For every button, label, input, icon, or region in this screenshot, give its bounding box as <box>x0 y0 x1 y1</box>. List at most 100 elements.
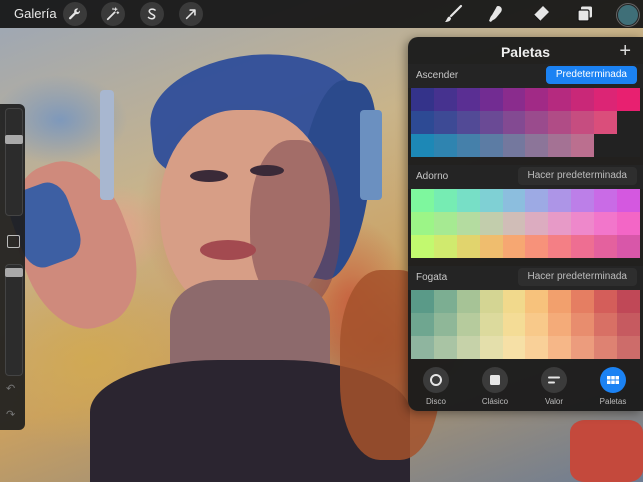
color-swatch[interactable] <box>502 134 526 157</box>
color-swatch[interactable] <box>594 189 618 212</box>
color-swatch[interactable] <box>617 212 640 235</box>
color-swatch[interactable] <box>411 212 434 235</box>
color-swatch[interactable] <box>571 290 595 313</box>
eraser-icon[interactable] <box>529 2 553 26</box>
color-swatch[interactable] <box>479 336 503 359</box>
color-swatch[interactable] <box>456 290 480 313</box>
redo-icon[interactable]: ↷ <box>6 408 15 421</box>
color-swatch[interactable] <box>525 111 549 134</box>
color-swatch[interactable] <box>456 235 480 258</box>
color-swatch[interactable] <box>456 189 480 212</box>
smudge-icon[interactable] <box>484 2 508 26</box>
color-swatch[interactable] <box>571 134 595 157</box>
color-swatch[interactable] <box>433 336 457 359</box>
color-swatch[interactable] <box>456 336 480 359</box>
color-swatch[interactable] <box>433 212 457 235</box>
color-swatch[interactable] <box>617 235 640 258</box>
opacity-thumb[interactable] <box>5 268 23 277</box>
color-swatch[interactable] <box>479 235 503 258</box>
palette-swatch-grid[interactable] <box>411 189 640 258</box>
color-swatch[interactable] <box>571 189 595 212</box>
tab-paletas[interactable]: Paletas <box>593 367 633 406</box>
color-swatch[interactable] <box>617 336 640 359</box>
color-swatch[interactable] <box>433 189 457 212</box>
color-swatch[interactable] <box>571 88 595 111</box>
layers-icon[interactable] <box>573 2 597 26</box>
color-swatch[interactable] <box>548 290 572 313</box>
color-swatch[interactable] <box>548 134 572 157</box>
wrench-icon[interactable] <box>63 2 87 26</box>
color-swatch[interactable] <box>502 290 526 313</box>
color-swatch[interactable] <box>479 313 503 336</box>
magic-wand-icon[interactable] <box>101 2 125 26</box>
color-swatch[interactable] <box>502 336 526 359</box>
color-swatch[interactable] <box>548 235 572 258</box>
brush-size-slider[interactable] <box>5 108 23 216</box>
color-swatch[interactable] <box>525 134 549 157</box>
make-default-button[interactable]: Hacer predeterminada <box>517 268 637 286</box>
color-swatch[interactable] <box>433 88 457 111</box>
current-color-swatch[interactable] <box>617 4 639 26</box>
color-swatch[interactable] <box>433 111 457 134</box>
color-swatch[interactable] <box>594 88 618 111</box>
color-swatch[interactable] <box>525 88 549 111</box>
color-swatch[interactable] <box>456 212 480 235</box>
color-swatch[interactable] <box>502 111 526 134</box>
color-swatch[interactable] <box>479 134 503 157</box>
color-swatch[interactable] <box>433 290 457 313</box>
color-swatch[interactable] <box>617 189 640 212</box>
color-swatch[interactable] <box>433 313 457 336</box>
color-swatch[interactable] <box>456 134 480 157</box>
color-swatch[interactable] <box>525 313 549 336</box>
color-swatch[interactable] <box>594 212 618 235</box>
color-swatch[interactable] <box>571 235 595 258</box>
color-swatch[interactable] <box>617 290 640 313</box>
add-palette-icon[interactable]: + <box>619 41 631 61</box>
color-swatch[interactable] <box>571 313 595 336</box>
tab-clasico[interactable]: Clásico <box>475 367 515 406</box>
color-swatch[interactable] <box>411 111 434 134</box>
empty-swatch[interactable] <box>617 134 640 157</box>
color-swatch[interactable] <box>456 88 480 111</box>
color-swatch[interactable] <box>525 235 549 258</box>
opacity-slider[interactable] <box>5 264 23 376</box>
color-swatch[interactable] <box>411 189 434 212</box>
color-swatch[interactable] <box>594 235 618 258</box>
color-swatch[interactable] <box>502 313 526 336</box>
color-swatch[interactable] <box>548 189 572 212</box>
color-swatch[interactable] <box>479 189 503 212</box>
color-swatch[interactable] <box>479 111 503 134</box>
color-swatch[interactable] <box>411 336 434 359</box>
brush-size-thumb[interactable] <box>5 135 23 144</box>
color-swatch[interactable] <box>502 235 526 258</box>
color-swatch[interactable] <box>617 313 640 336</box>
tab-valor[interactable]: Valor <box>534 367 574 406</box>
color-swatch[interactable] <box>525 336 549 359</box>
color-swatch[interactable] <box>571 111 595 134</box>
color-swatch[interactable] <box>548 336 572 359</box>
color-swatch[interactable] <box>617 88 640 111</box>
gallery-button[interactable]: Galería <box>14 6 57 21</box>
palette-swatch-grid[interactable] <box>411 290 640 359</box>
color-swatch[interactable] <box>525 290 549 313</box>
selection-s-icon[interactable] <box>140 2 164 26</box>
default-palette-button[interactable]: Predeterminada <box>545 66 637 84</box>
color-swatch[interactable] <box>525 212 549 235</box>
color-swatch[interactable] <box>594 313 618 336</box>
color-swatch[interactable] <box>548 212 572 235</box>
color-swatch[interactable] <box>411 134 434 157</box>
color-swatch[interactable] <box>548 88 572 111</box>
color-swatch[interactable] <box>479 290 503 313</box>
color-swatch[interactable] <box>594 111 618 134</box>
color-swatch[interactable] <box>411 235 434 258</box>
color-swatch[interactable] <box>433 235 457 258</box>
color-swatch[interactable] <box>411 290 434 313</box>
brush-icon[interactable] <box>441 2 465 26</box>
color-swatch[interactable] <box>548 313 572 336</box>
color-swatch[interactable] <box>433 134 457 157</box>
palette-swatch-grid[interactable] <box>411 88 640 157</box>
color-swatch[interactable] <box>525 189 549 212</box>
undo-icon[interactable]: ↶ <box>6 382 15 395</box>
transform-arrow-icon[interactable] <box>179 2 203 26</box>
color-swatch[interactable] <box>502 212 526 235</box>
